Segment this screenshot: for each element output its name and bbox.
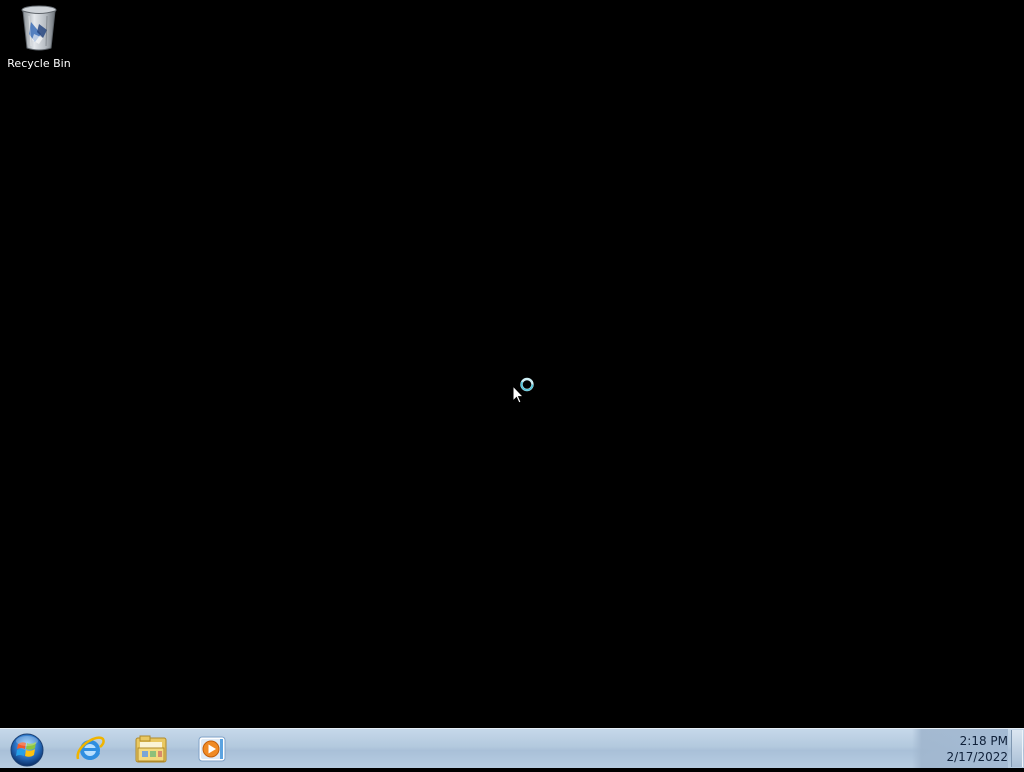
start-button[interactable] [6,730,48,768]
taskbar-pinned-windows-explorer[interactable] [123,731,179,767]
taskbar: 2:18 PM 2/17/2022 [0,728,1024,768]
desktop-icon-recycle-bin[interactable]: Recycle Bin [4,4,74,76]
taskbar-pinned-internet-explorer[interactable] [62,731,118,767]
clock-date: 2/17/2022 [946,750,1008,764]
internet-explorer-icon [76,736,105,760]
windows-start-orb-icon [10,733,44,767]
recycle-bin-icon [21,5,57,51]
desktop[interactable]: Recycle Bin [0,0,1024,728]
taskbar-clock[interactable]: 2:18 PM 2/17/2022 [934,733,1008,765]
desktop-icon-label: Recycle Bin [7,57,71,70]
clock-time: 2:18 PM [959,734,1008,748]
media-player-icon [198,736,226,762]
folder-library-icon [135,735,167,763]
show-desktop-button[interactable] [1011,730,1023,767]
taskbar-pinned-windows-media-player[interactable] [184,731,240,767]
busy-cursor-icon [512,376,538,406]
